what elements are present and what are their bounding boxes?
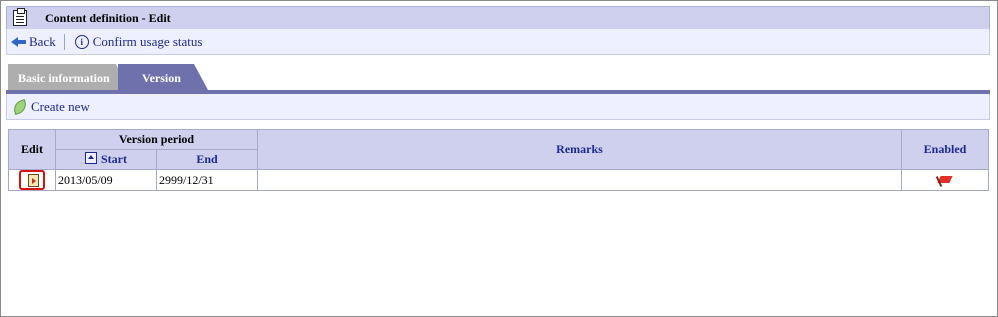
info-icon: i [74, 34, 89, 49]
toolbar: Back i Confirm usage status [6, 29, 990, 55]
remarks-cell [257, 169, 902, 191]
clipboard-icon [13, 8, 27, 26]
col-end-header[interactable]: End [156, 149, 258, 170]
table-row: 2013/05/09 2999/12/31 [8, 169, 989, 191]
page-title: Content definition - Edit [45, 10, 171, 25]
tab-basic-information[interactable]: Basic information [8, 64, 128, 90]
create-new-button[interactable]: Create new [7, 98, 90, 115]
sort-ascending-icon[interactable] [85, 152, 97, 164]
confirm-usage-status-label: Confirm usage status [92, 33, 203, 49]
toolbar-divider [63, 33, 65, 50]
col-edit-header: Edit [8, 129, 56, 170]
back-label: Back [29, 33, 56, 49]
red-flag-icon [937, 175, 953, 187]
col-version-period-header: Version period [55, 129, 258, 150]
edit-button[interactable] [19, 170, 45, 190]
create-new-label: Create new [31, 98, 90, 114]
enabled-cell [901, 169, 989, 191]
start-cell: 2013/05/09 [55, 169, 157, 191]
sub-toolbar: Create new [6, 94, 990, 120]
leaf-icon [11, 98, 29, 115]
end-cell: 2999/12/31 [156, 169, 258, 191]
edit-cell [8, 169, 56, 191]
col-start-header[interactable]: Start [55, 149, 157, 170]
tab-version[interactable]: Version [118, 64, 208, 90]
col-remarks-header[interactable]: Remarks [257, 129, 902, 170]
version-table: Edit Version period Remarks Enabled Star… [8, 129, 989, 191]
back-arrow-icon [11, 36, 27, 47]
title-bar: Content definition - Edit [6, 6, 990, 30]
back-button[interactable]: Back [7, 34, 56, 50]
col-enabled-header[interactable]: Enabled [901, 129, 989, 170]
confirm-usage-status-button[interactable]: i Confirm usage status [74, 33, 203, 50]
edit-document-icon [28, 174, 39, 187]
tab-strip: Basic information Version [6, 64, 990, 91]
col-start-label: Start [101, 152, 127, 166]
